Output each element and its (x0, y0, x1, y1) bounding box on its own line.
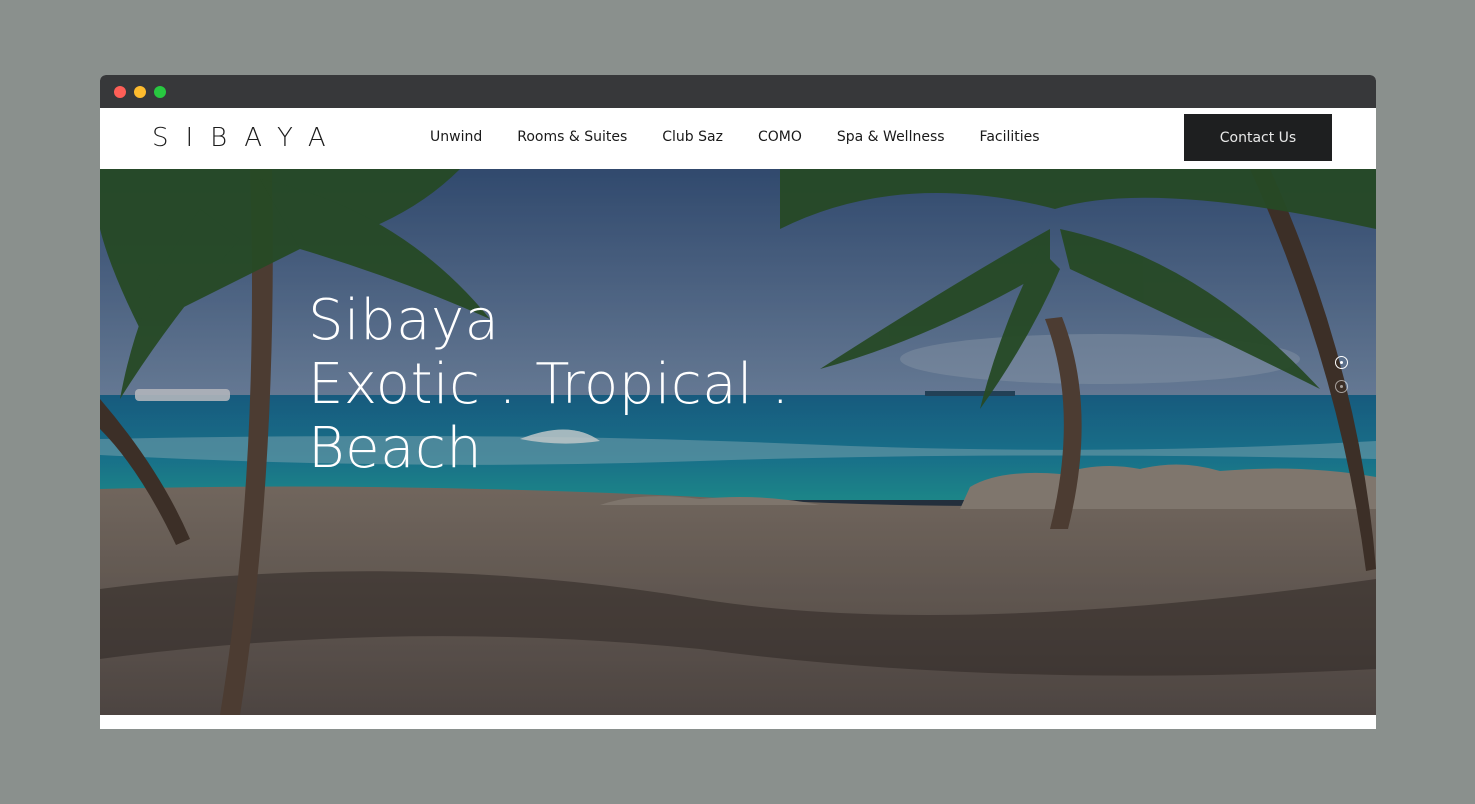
hero-line-1: Sibaya (308, 288, 500, 353)
nav-item-facilities[interactable]: Facilities (980, 129, 1040, 145)
hero-line-3: Beach (308, 416, 483, 481)
minimize-window-button[interactable] (134, 86, 146, 98)
nav-item-rooms-suites[interactable]: Rooms & Suites (517, 129, 627, 145)
contact-us-button[interactable]: Contact Us (1184, 114, 1332, 161)
nav-item-unwind[interactable]: Unwind (430, 129, 482, 145)
site-header: SIBAYA Unwind Rooms & Suites Club Saz CO… (100, 108, 1376, 169)
nav-item-club-saz[interactable]: Club Saz (662, 129, 723, 145)
maximize-window-button[interactable] (154, 86, 166, 98)
slide-indicator-1[interactable] (1335, 356, 1348, 369)
main-nav: Unwind Rooms & Suites Club Saz COMO Spa … (430, 129, 1075, 145)
browser-window: SIBAYA Unwind Rooms & Suites Club Saz CO… (100, 75, 1376, 729)
hero-banner: Sibaya Exotic . Tropical . Beach (100, 169, 1376, 715)
window-titlebar (100, 75, 1376, 108)
hero-headline: Sibaya Exotic . Tropical . Beach (308, 289, 790, 481)
close-window-button[interactable] (114, 86, 126, 98)
page-bottom-edge (100, 715, 1376, 729)
nav-item-como[interactable]: COMO (758, 129, 802, 145)
hero-line-2: Exotic . Tropical . (308, 352, 790, 417)
site-logo[interactable]: SIBAYA (152, 123, 343, 153)
nav-item-spa-wellness[interactable]: Spa & Wellness (837, 129, 945, 145)
slide-indicator-2[interactable] (1335, 380, 1348, 393)
